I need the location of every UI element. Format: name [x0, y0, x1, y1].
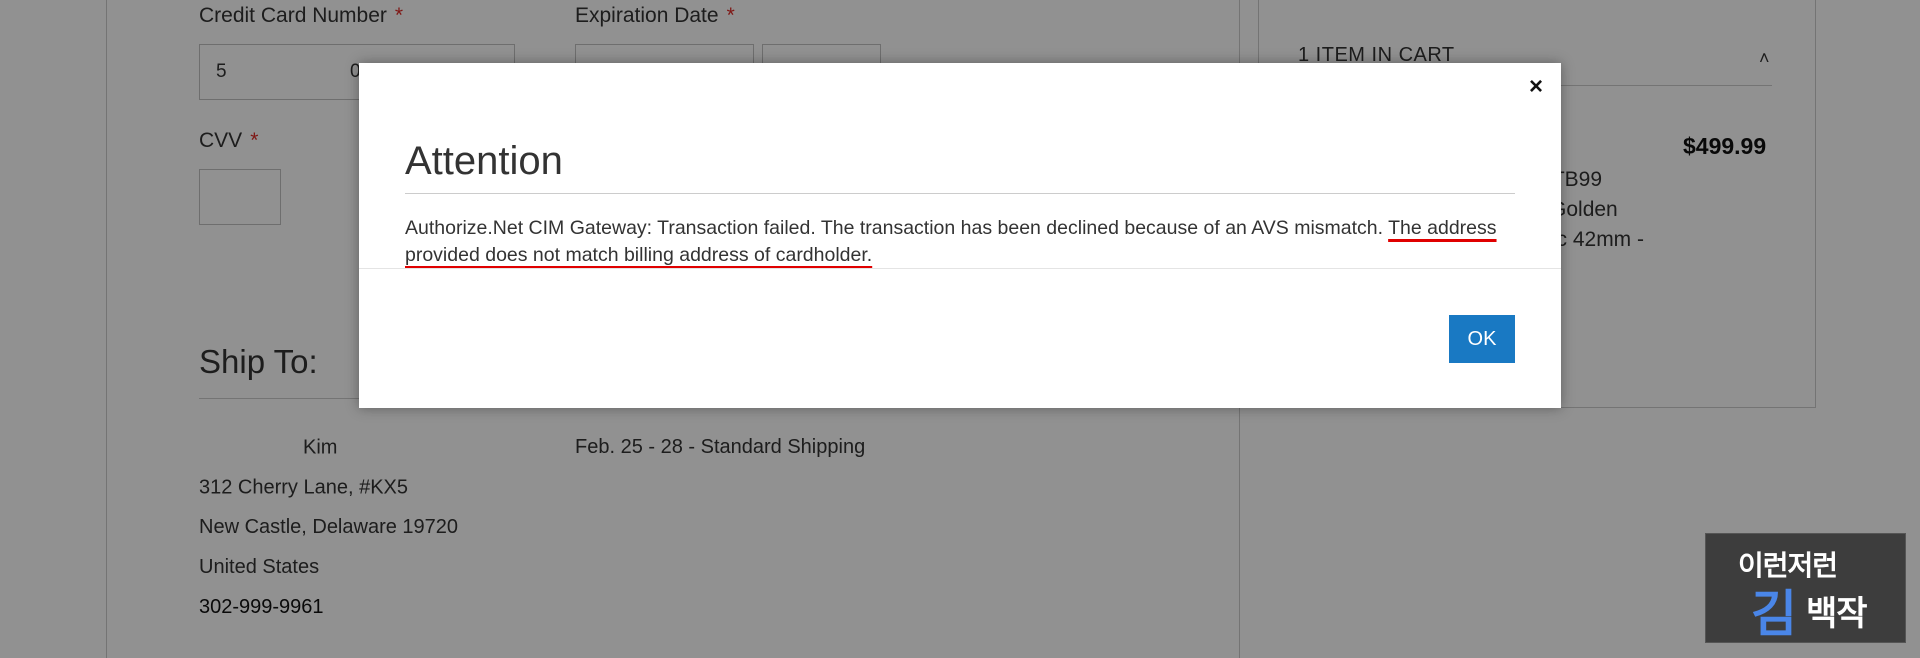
close-icon[interactable]: × [1529, 75, 1543, 99]
modal-footer-divider [359, 268, 1561, 269]
ok-button[interactable]: OK [1449, 315, 1515, 363]
watermark-rest: 백작 [1806, 595, 1868, 633]
watermark-logo: 이런저런 김 백작 [1705, 533, 1906, 643]
modal-title-divider [405, 193, 1515, 194]
watermark-kim: 김 [1751, 586, 1797, 642]
attention-modal: × Attention Authorize.Net CIM Gateway: T… [359, 63, 1561, 408]
modal-message: Authorize.Net CIM Gateway: Transaction f… [405, 215, 1515, 269]
modal-title: Attention [405, 139, 563, 183]
checkout-page: Credit Card Number * 5 0 Expiration Date *… [0, 0, 1920, 658]
modal-message-text: Authorize.Net CIM Gateway: Transaction f… [405, 217, 1389, 239]
